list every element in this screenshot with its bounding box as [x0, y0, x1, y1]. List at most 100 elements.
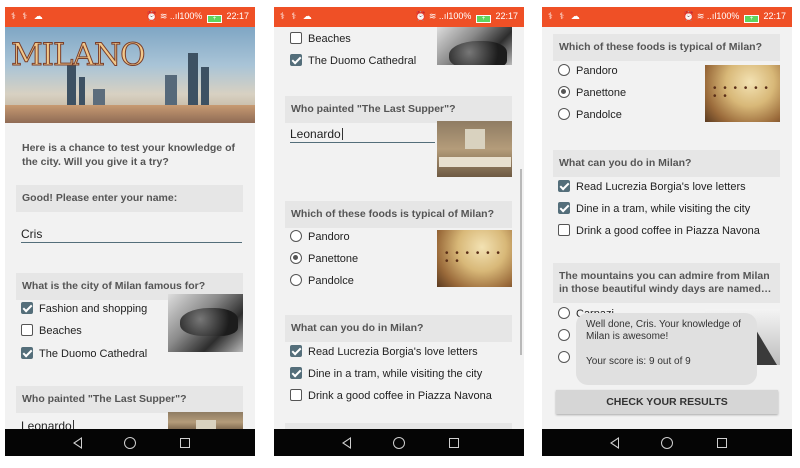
- radio-unselected[interactable]: [558, 108, 570, 120]
- quiz-scroll-area[interactable]: MILANO Here is a chance to test your kno…: [5, 27, 255, 429]
- option-label: Dine in a tram, while visiting the city: [308, 368, 483, 380]
- radio-unselected[interactable]: [558, 351, 570, 363]
- status-bar: ⚕ ⚕ ☁ ⏰ ≋ ..ıl100% + 22:17: [274, 7, 524, 27]
- name-prompt: Good! Please enter your name:: [16, 185, 243, 212]
- battery-level: 100%: [716, 11, 740, 21]
- status-right: ⏰ ≋ ..ıl100% + 22:17: [415, 11, 518, 23]
- alarm-icon: ⏰: [146, 11, 158, 21]
- battery-icon: +: [475, 15, 491, 23]
- checkbox-unchecked[interactable]: [290, 389, 302, 401]
- option-tram[interactable]: Dine in a tram, while visiting the city: [290, 367, 482, 385]
- clock: 22:17: [495, 11, 518, 21]
- radio-unselected[interactable]: [558, 329, 570, 341]
- recent-apps-icon[interactable]: [176, 434, 194, 452]
- question-food: Which of these foods is typical of Milan…: [553, 34, 780, 61]
- radio-unselected[interactable]: [558, 64, 570, 76]
- checkbox-checked[interactable]: [21, 347, 33, 359]
- option-fashion[interactable]: Fashion and shopping: [21, 302, 147, 320]
- option-beaches[interactable]: Beaches: [290, 32, 351, 50]
- city-roofs: [5, 105, 255, 123]
- shoe-image: [437, 27, 512, 65]
- notification-icons: ⚕ ⚕ ☁: [548, 11, 582, 21]
- checkbox-unchecked[interactable]: [290, 32, 302, 44]
- option-label: Drink a good coffee in Piazza Navona: [576, 225, 760, 237]
- radio-selected[interactable]: [558, 86, 570, 98]
- status-bar: ⚕ ⚕ ☁ ⏰ ≋ ..ıl100% + 22:17: [5, 7, 255, 27]
- option-coffee[interactable]: Drink a good coffee in Piazza Navona: [290, 389, 492, 407]
- question-last-supper: Who painted "The Last Supper"?: [285, 96, 512, 123]
- score-toast: Well done, Cris. Your knowledge of Milan…: [576, 313, 757, 385]
- quiz-scroll-area[interactable]: Beaches The Duomo Cathedral Who painted …: [274, 27, 524, 429]
- option-label: Read Lucrezia Borgia's love letters: [308, 346, 478, 358]
- last-supper-input[interactable]: Leonardo: [21, 417, 166, 429]
- checkbox-unchecked[interactable]: [21, 324, 33, 336]
- option-pandolce[interactable]: Pandolce: [290, 274, 354, 292]
- home-icon[interactable]: [390, 434, 408, 452]
- recent-apps-icon[interactable]: [713, 434, 731, 452]
- back-icon[interactable]: [337, 434, 355, 452]
- option-label: Panettone: [308, 253, 359, 265]
- option-pandoro[interactable]: Pandoro: [290, 230, 350, 248]
- question-last-supper: Who painted "The Last Supper"?: [16, 386, 243, 413]
- home-icon[interactable]: [658, 434, 676, 452]
- radio-unselected[interactable]: [558, 307, 570, 319]
- panettone-image: [437, 230, 512, 287]
- status-bar: ⚕ ⚕ ☁ ⏰ ≋ ..ıl100% + 22:17: [542, 7, 792, 27]
- checkbox-unchecked[interactable]: [558, 224, 570, 236]
- option-panettone[interactable]: Panettone: [558, 86, 626, 104]
- battery-level: 100%: [179, 11, 203, 21]
- option-lucrezia[interactable]: Read Lucrezia Borgia's love letters: [290, 345, 478, 363]
- option-pandoro[interactable]: Pandoro: [558, 64, 618, 82]
- option-coffee[interactable]: Drink a good coffee in Piazza Navona: [558, 224, 760, 242]
- last-supper-input[interactable]: Leonardo: [290, 125, 435, 143]
- option-pandolce[interactable]: Pandolce: [558, 108, 622, 126]
- quiz-scroll-area[interactable]: Which of these foods is typical of Milan…: [542, 27, 792, 429]
- intro-text: Here is a chance to test your knowledge …: [22, 142, 235, 168]
- status-right: ⏰ ≋ ..ıl100% + 22:17: [683, 11, 786, 23]
- signal-icon: ..ıl: [169, 11, 180, 21]
- check-results-button[interactable]: CHECK YOUR RESULTS: [556, 390, 778, 414]
- back-icon[interactable]: [605, 434, 623, 452]
- clock: 22:17: [226, 11, 249, 21]
- last-supper-image: [437, 121, 512, 177]
- radio-unselected[interactable]: [290, 230, 302, 242]
- option-panettone[interactable]: Panettone: [290, 252, 358, 270]
- option-label: The Duomo Cathedral: [39, 348, 148, 360]
- option-label: Pandolce: [576, 109, 622, 121]
- name-input[interactable]: Cris: [21, 225, 242, 243]
- signal-icon: ..ıl: [706, 11, 717, 21]
- checkbox-checked[interactable]: [558, 180, 570, 192]
- scrollbar[interactable]: [520, 169, 522, 355]
- option-tram[interactable]: Dine in a tram, while visiting the city: [558, 202, 750, 220]
- checkbox-checked[interactable]: [558, 202, 570, 214]
- option-label: Beaches: [308, 33, 351, 45]
- wifi-icon: ≋: [159, 11, 168, 21]
- question-do-in-milan: What can you do in Milan?: [553, 150, 780, 177]
- recent-apps-icon[interactable]: [445, 434, 463, 452]
- navigation-bar: [274, 429, 524, 456]
- checkbox-checked[interactable]: [290, 345, 302, 357]
- question-do-in-milan: What can you do in Milan?: [285, 315, 512, 342]
- radio-unselected[interactable]: [290, 274, 302, 286]
- home-icon[interactable]: [121, 434, 139, 452]
- checkbox-checked[interactable]: [21, 302, 33, 314]
- option-label: Fashion and shopping: [39, 303, 148, 315]
- option-duomo[interactable]: The Duomo Cathedral: [21, 347, 147, 365]
- shoe-image: [168, 294, 243, 352]
- option-beaches[interactable]: Beaches: [21, 324, 82, 342]
- battery-icon: +: [743, 15, 759, 23]
- option-label: Panettone: [576, 87, 627, 99]
- notification-icons: ⚕ ⚕ ☁: [11, 11, 45, 21]
- option-duomo[interactable]: The Duomo Cathedral: [290, 54, 416, 72]
- wifi-icon: ≋: [428, 11, 437, 21]
- notification-icons: ⚕ ⚕ ☁: [280, 11, 314, 21]
- question-food: Which of these foods is typical of Milan…: [285, 201, 512, 228]
- phone-screen-1: ⚕ ⚕ ☁ ⏰ ≋ ..ıl100% + 22:17 MILANO Here i…: [5, 7, 255, 456]
- skyline-tower: [188, 53, 198, 111]
- option-lucrezia[interactable]: Read Lucrezia Borgia's love letters: [558, 180, 746, 198]
- radio-selected[interactable]: [290, 252, 302, 264]
- milano-header-image: MILANO: [5, 27, 255, 123]
- checkbox-checked[interactable]: [290, 54, 302, 66]
- checkbox-checked[interactable]: [290, 367, 302, 379]
- back-icon[interactable]: [68, 434, 86, 452]
